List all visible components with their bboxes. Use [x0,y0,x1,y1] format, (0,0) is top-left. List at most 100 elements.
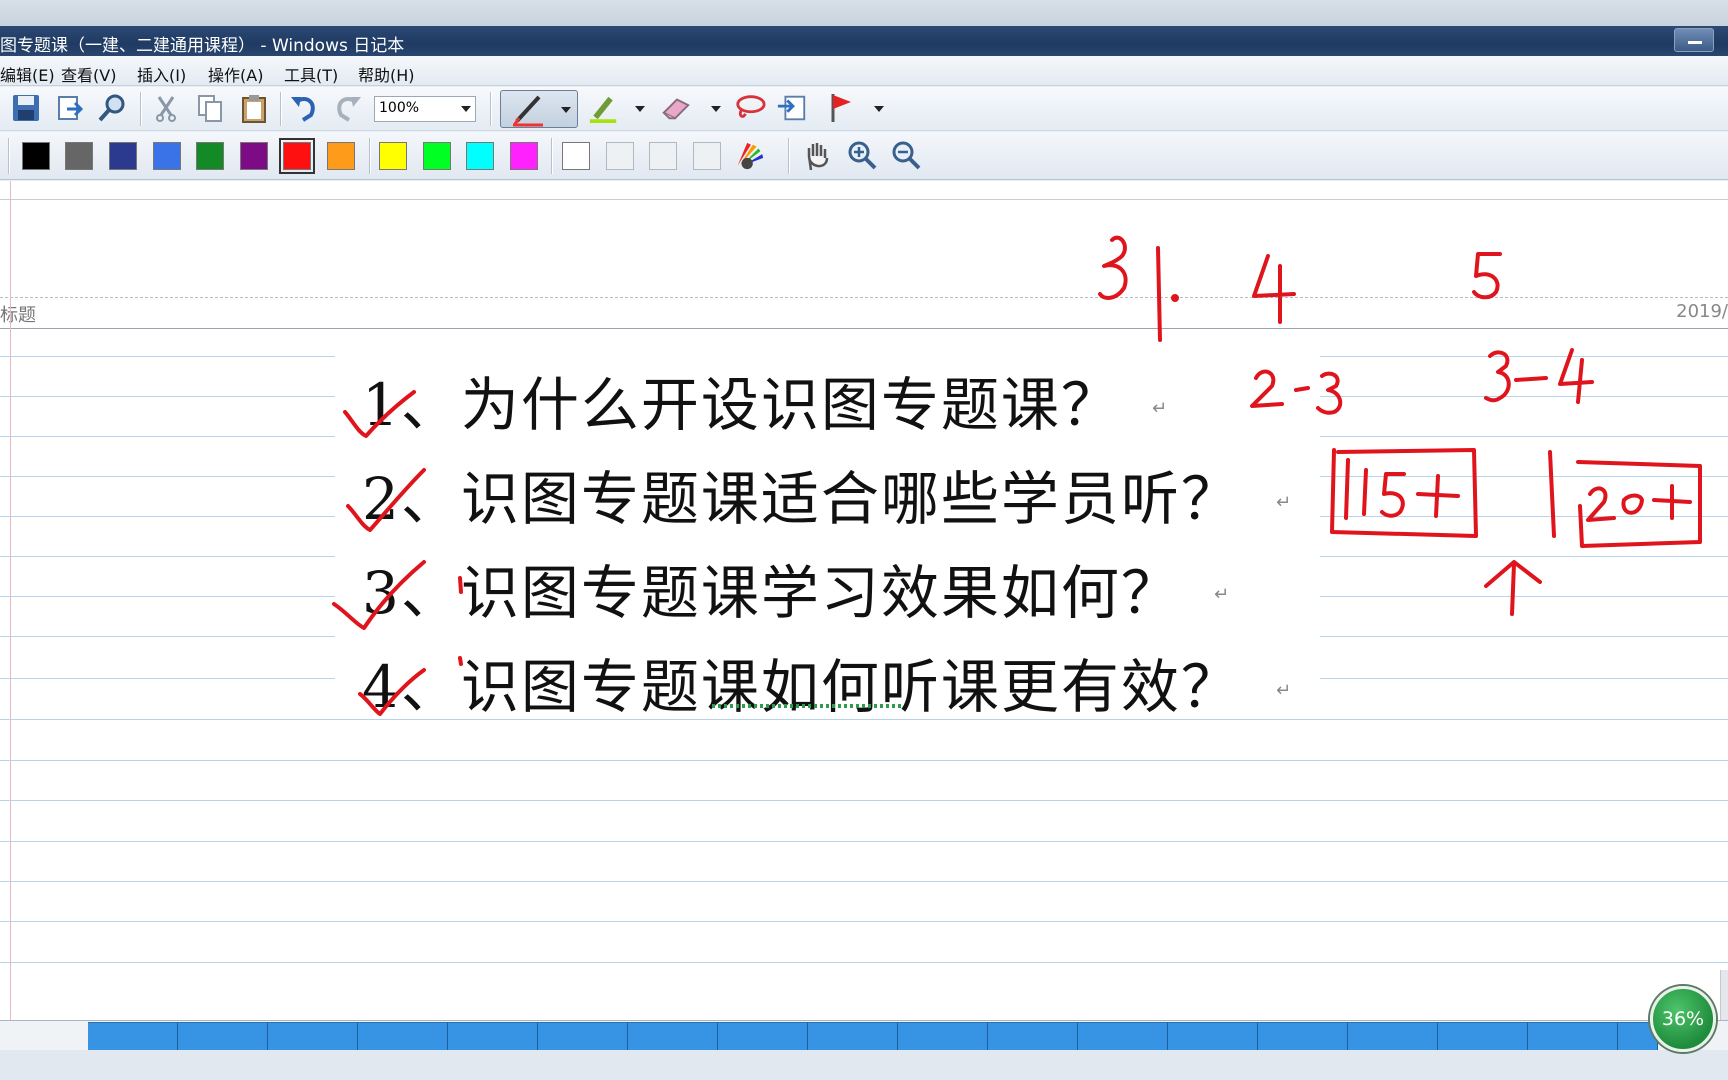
desktop-strip [0,0,1728,26]
find-icon[interactable] [96,92,128,124]
toolbar-separator [490,92,491,126]
color-swatch-magenta[interactable] [510,142,538,170]
app-window: 图专题课（一建、二建通用课程） - Windows 日记本 编辑(E) 查看(V… [0,0,1728,1080]
page-tab[interactable] [1528,1022,1618,1050]
page-tab[interactable] [178,1022,268,1050]
page-top-line [0,199,1728,200]
color-swatch-black[interactable] [22,142,50,170]
export-icon[interactable] [54,92,86,124]
page-tab[interactable] [448,1022,538,1050]
pen-button[interactable] [500,90,578,128]
paragraph-mark-icon: ↵ [1214,584,1230,605]
menu-actions[interactable]: 操作(A) [208,62,263,86]
ruled-line [0,921,1728,922]
color-swatch-green[interactable] [196,142,224,170]
color-palette-icon[interactable] [734,140,766,172]
zoom-in-icon[interactable] [846,140,878,172]
ruled-line [0,962,1728,963]
header-line [0,328,1728,329]
highlighter-icon[interactable] [588,92,620,124]
spellcheck-underline [712,704,904,708]
toolbar-separator [280,92,281,126]
zoom-select[interactable]: 100% [374,96,476,122]
progress-badge[interactable]: 36% [1650,986,1716,1052]
color-swatch-yellow[interactable] [379,142,407,170]
status-bar [0,1050,1728,1080]
insert-space-icon[interactable] [776,92,808,124]
page-tab[interactable] [88,1022,178,1050]
page-tab[interactable] [1438,1022,1528,1050]
color-swatch-purple[interactable] [240,142,268,170]
copy-icon[interactable] [194,92,226,124]
page-tab[interactable] [268,1022,358,1050]
color-swatch-red-selected[interactable] [279,138,315,174]
toolbar-separator [369,138,370,174]
menu-edit[interactable]: 编辑(E) [0,62,55,86]
color-swatch-empty[interactable] [649,142,677,170]
toolbar-separator [140,92,141,126]
page-tab[interactable] [628,1022,718,1050]
chevron-down-icon [561,107,571,113]
page-tab[interactable] [898,1022,988,1050]
chevron-down-icon[interactable] [874,106,884,112]
page-date: 2019/ [1676,301,1728,322]
page-tab[interactable] [1168,1022,1258,1050]
ruled-line [0,800,1728,801]
page-title: 标题 [0,305,36,326]
menu-view[interactable]: 查看(V) [61,62,116,86]
hand-icon[interactable] [802,140,834,172]
chevron-down-icon[interactable] [711,106,721,112]
window-title: 图专题课（一建、二建通用课程） - Windows 日记本 [0,36,405,56]
toolbar-separator [8,138,9,174]
question-line-2[interactable]: 2、识图专题课适合哪些学员听？ [362,452,1241,536]
zoom-out-icon[interactable] [890,140,922,172]
title-bar[interactable]: 图专题课（一建、二建通用课程） - Windows 日记本 [0,26,1728,56]
menu-insert[interactable]: 插入(I) [137,62,186,86]
ruled-line [0,841,1728,842]
chevron-down-icon[interactable] [635,106,645,112]
question-line-1[interactable]: 1、为什么开设识图专题课？ [362,358,1121,442]
color-swatch-white[interactable] [562,142,590,170]
page-tab[interactable] [1078,1022,1168,1050]
page-tab[interactable] [1348,1022,1438,1050]
title-area-divider [0,297,1728,298]
page-tab[interactable] [538,1022,628,1050]
color-swatch-lime[interactable] [423,142,451,170]
redo-icon[interactable] [332,92,364,124]
minimize-button[interactable] [1674,28,1714,52]
cut-icon[interactable] [150,92,182,124]
page-tab[interactable] [808,1022,898,1050]
color-swatch-gray[interactable] [65,142,93,170]
paste-icon[interactable] [238,92,270,124]
paragraph-mark-icon: ↵ [1276,680,1292,701]
color-swatch-orange[interactable] [327,142,355,170]
color-swatch-empty[interactable] [693,142,721,170]
chevron-down-icon [461,106,471,112]
paragraph-mark-icon: ↵ [1276,492,1292,513]
undo-icon[interactable] [288,92,320,124]
scroll-handle[interactable] [1720,970,1728,1020]
ruled-line [0,881,1728,882]
menu-help[interactable]: 帮助(H) [358,62,415,86]
toolbar-separator [788,138,789,174]
zoom-value: 100% [379,100,420,116]
page-tab[interactable] [718,1022,808,1050]
menu-bar: 编辑(E) 查看(V) 插入(I) 操作(A) 工具(T) 帮助(H) [0,56,1728,86]
menu-tools[interactable]: 工具(T) [284,62,338,86]
color-swatch-navy[interactable] [109,142,137,170]
margin-line [10,181,11,1020]
save-icon[interactable] [10,92,42,124]
page-tab[interactable] [1258,1022,1348,1050]
question-line-4[interactable]: 4、识图专题课如何听课更有效？ [362,640,1241,724]
question-line-3[interactable]: 3、识图专题课学习效果如何？ [362,546,1181,630]
paragraph-mark-icon: ↵ [1152,398,1168,419]
page-tab[interactable] [988,1022,1078,1050]
lasso-icon[interactable] [734,92,766,124]
page-tab[interactable] [358,1022,448,1050]
eraser-icon[interactable] [660,92,692,124]
flag-icon[interactable] [826,92,858,124]
pen-icon [513,95,543,127]
color-swatch-cyan[interactable] [466,142,494,170]
color-swatch-blue[interactable] [153,142,181,170]
color-swatch-empty[interactable] [606,142,634,170]
